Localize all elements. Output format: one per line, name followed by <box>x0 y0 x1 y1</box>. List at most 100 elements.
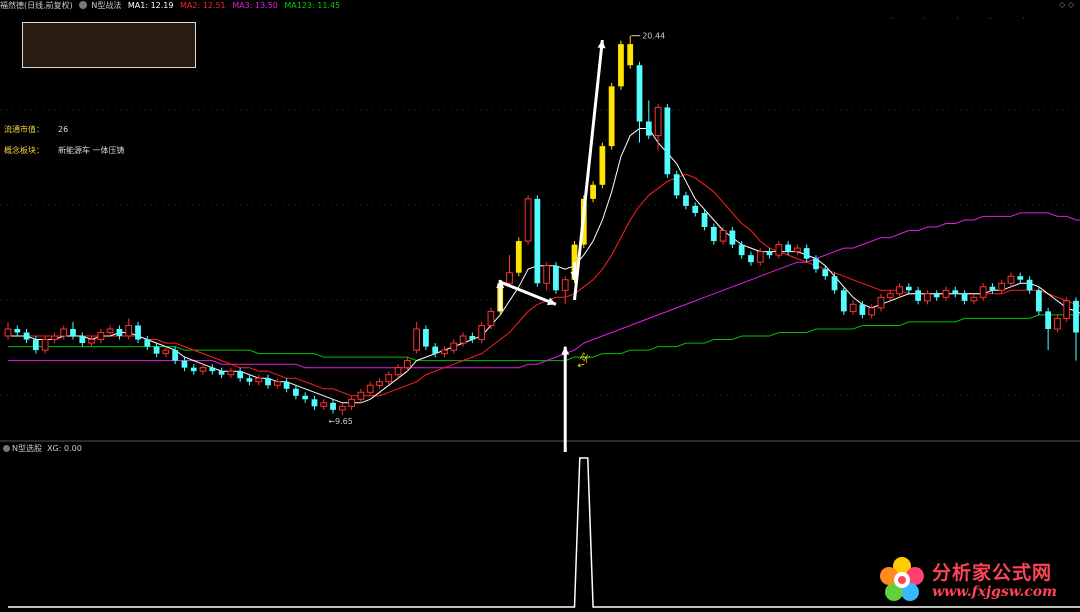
candle-body-9 <box>88 339 95 344</box>
market-cap-label: 流通市值： <box>4 125 44 134</box>
candle-body-94 <box>877 296 885 309</box>
candle-body-7 <box>70 328 76 337</box>
candle-72 <box>673 170 680 199</box>
candle-91 <box>849 300 857 315</box>
candle-46 <box>432 343 439 358</box>
candle-body-73 <box>683 195 689 206</box>
candle-body-40 <box>376 381 383 386</box>
candle-39 <box>366 381 374 396</box>
price-labels: 20.44 ←9.65 ↖买 <box>328 32 665 426</box>
candle-86 <box>803 244 810 263</box>
candle-70 <box>654 103 662 150</box>
watermark: 分析家公式网 www.fxjgsw.com <box>874 552 1074 608</box>
stock-title[interactable]: 福然德(日线,前复权) <box>0 1 73 10</box>
candle-body-15 <box>144 339 151 347</box>
candle-90 <box>840 286 847 315</box>
candle-26 <box>246 374 253 386</box>
indicator-name[interactable]: N型战法 <box>91 1 121 10</box>
market-cap-row: 流通市值： 26 <box>4 124 68 135</box>
sub-indicator-header: N型选股 XG: 0.00 <box>3 443 82 454</box>
candle-body-33 <box>311 399 318 407</box>
diamond-icon[interactable]: ◇ <box>1059 0 1065 9</box>
candle-body-14 <box>135 325 141 340</box>
concept-value: 新能源车 一体压铸 <box>58 146 125 155</box>
candle-67 <box>627 35 634 69</box>
candle-95 <box>886 290 894 301</box>
ma3-label: MA3: 13.50 <box>232 1 278 10</box>
settings-dot-icon[interactable] <box>79 1 88 9</box>
candle-22 <box>209 364 216 375</box>
candle-49 <box>459 332 467 347</box>
candle-body-111 <box>1035 290 1042 312</box>
candle-body-42 <box>394 367 402 376</box>
candle-40 <box>376 378 383 389</box>
candle-97 <box>905 283 912 294</box>
candle-body-105 <box>979 286 987 298</box>
candle-98 <box>915 286 922 305</box>
concept-row: 概念板块： 新能源车 一体压铸 <box>4 145 125 156</box>
candle-5 <box>51 332 58 344</box>
candle-body-95 <box>886 293 894 298</box>
candle-body-22 <box>209 367 216 372</box>
candle-body-11 <box>106 328 114 334</box>
candle-34 <box>320 399 328 410</box>
signal-arrows <box>496 39 606 452</box>
candle-body-115 <box>1073 300 1079 333</box>
settings-dot-icon-sub[interactable] <box>3 445 10 452</box>
diamond-icon-2[interactable]: ◇ <box>1068 0 1074 9</box>
candle-1 <box>14 325 21 337</box>
candle-body-110 <box>1026 279 1033 291</box>
candle-body-102 <box>952 290 959 294</box>
candle-105 <box>979 283 987 301</box>
candle-body-6 <box>60 328 68 337</box>
candle-96 <box>896 283 903 298</box>
candle-56 <box>524 195 532 245</box>
candle-body-79 <box>738 244 745 256</box>
candle-body-56 <box>524 198 532 242</box>
candle-25 <box>237 367 244 382</box>
candle-16 <box>153 343 160 358</box>
candle-35 <box>330 399 336 414</box>
candle-body-87 <box>813 258 819 270</box>
candle-2 <box>23 328 30 344</box>
candle-78 <box>729 227 736 249</box>
candle-body-97 <box>905 286 912 291</box>
candle-body-51 <box>478 324 486 341</box>
candle-body-24 <box>227 370 235 376</box>
candle-body-75 <box>701 212 708 227</box>
candle-14 <box>135 321 141 344</box>
candle-body-13 <box>125 324 133 337</box>
kline-chart[interactable]: 20.44 ←9.65 ↖买 <box>0 0 1080 611</box>
candle-body-55 <box>515 241 522 273</box>
sub-indicator-name[interactable]: N型选股 <box>12 444 42 453</box>
concept-label: 概念板块： <box>4 146 44 155</box>
candle-9 <box>88 336 95 347</box>
candle-77 <box>719 227 727 245</box>
candle-body-107 <box>998 282 1006 291</box>
candle-73 <box>683 191 689 210</box>
candle-58 <box>543 262 551 291</box>
candle-64 <box>599 142 606 189</box>
candle-11 <box>106 325 114 337</box>
candle-body-1 <box>14 328 21 333</box>
candle-body-86 <box>803 248 810 259</box>
candle-57 <box>534 195 541 287</box>
candle-body-76 <box>710 227 717 242</box>
candle-body-60 <box>561 279 569 291</box>
candle-36 <box>338 402 346 416</box>
candle-body-112 <box>1045 311 1052 329</box>
candle-113 <box>1054 314 1061 333</box>
candle-27 <box>255 374 263 386</box>
window-controls[interactable]: ◇ ◇ <box>1059 0 1074 9</box>
candle-108 <box>1007 272 1015 287</box>
market-cap-value: 26 <box>58 125 69 134</box>
candle-74 <box>692 202 699 217</box>
candle-body-92 <box>859 304 866 315</box>
candle-75 <box>701 209 708 231</box>
candle-body-114 <box>1063 300 1071 319</box>
candle-69 <box>645 100 652 140</box>
candle-23 <box>218 367 225 379</box>
candle-body-82 <box>766 251 773 256</box>
candle-body-65 <box>608 86 615 147</box>
xg-value: XG: 0.00 <box>47 444 82 453</box>
